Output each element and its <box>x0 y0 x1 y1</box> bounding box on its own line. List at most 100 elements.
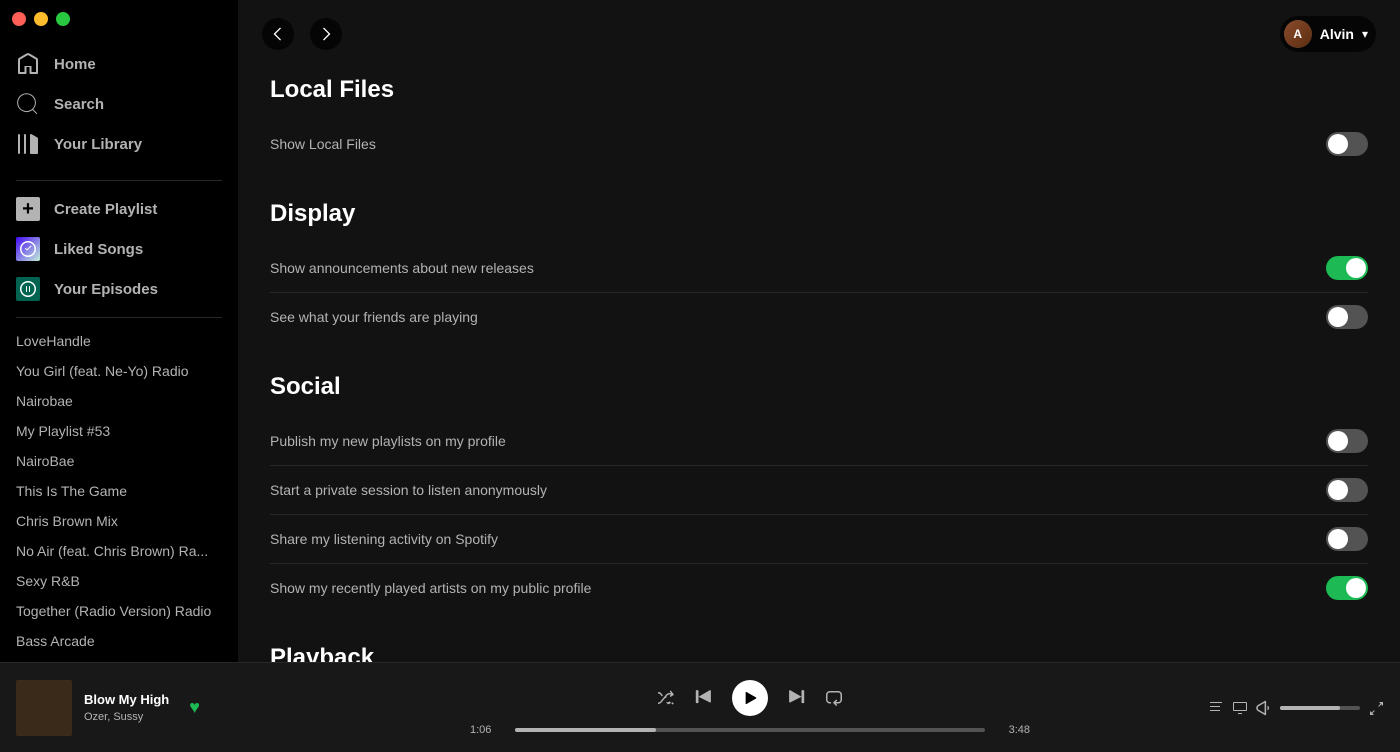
sidebar-item-library[interactable]: Your Library <box>0 124 238 164</box>
settings-row: Show announcements about new releases <box>270 244 1368 293</box>
settings-section-display: Display Show announcements about new rel… <box>270 192 1368 341</box>
sidebar-item-search-label: Search <box>54 96 104 113</box>
play-pause-button[interactable] <box>732 680 768 716</box>
player-bar: Blow My High Ozer, Sussy ♥ <box>0 662 1400 752</box>
section-title-display: Display <box>270 192 1368 228</box>
back-button[interactable] <box>262 18 294 50</box>
settings-row: Publish my new playlists on my profile <box>270 417 1368 466</box>
player-controls-center: 1:06 3:48 <box>316 680 1184 736</box>
search-icon <box>16 92 40 116</box>
toggle-show-friends[interactable] <box>1326 305 1368 329</box>
nav-section: Home Search Your Library <box>0 36 238 172</box>
your-episodes-button[interactable]: Your Episodes <box>0 269 238 309</box>
sidebar: Home Search Your Library <box>0 0 238 662</box>
liked-songs-label: Liked Songs <box>54 241 143 258</box>
previous-button[interactable] <box>694 689 712 707</box>
time-current: 1:06 <box>470 724 505 736</box>
list-item[interactable]: Bass Arcade <box>0 626 238 656</box>
create-playlist-button[interactable]: + Create Playlist <box>0 189 238 229</box>
toggle-private-session[interactable] <box>1326 478 1368 502</box>
toggle-knob <box>1328 480 1348 500</box>
toggle-share-activity[interactable] <box>1326 527 1368 551</box>
list-item[interactable]: Sexy R&B <box>0 566 238 596</box>
liked-songs-button[interactable]: Liked Songs <box>0 229 238 269</box>
toggle-knob <box>1328 134 1348 154</box>
settings-row: Start a private session to listen anonym… <box>270 466 1368 515</box>
toggle-knob <box>1328 307 1348 327</box>
like-button[interactable]: ♥ <box>189 697 200 718</box>
main-content: A Alvin ▾ Local Files Show Local Files <box>238 0 1400 662</box>
sidebar-item-home[interactable]: Home <box>0 44 238 84</box>
sidebar-item-library-label: Your Library <box>54 136 142 153</box>
volume-icon[interactable] <box>1256 700 1272 716</box>
list-item[interactable]: NairoBae <box>0 446 238 476</box>
maximize-button[interactable] <box>56 12 70 26</box>
progress-track[interactable] <box>515 728 985 732</box>
user-name: Alvin <box>1320 26 1354 42</box>
toggle-knob <box>1328 529 1348 549</box>
track-thumbnail <box>16 680 72 736</box>
volume-slider[interactable] <box>1280 706 1360 710</box>
now-playing: Blow My High Ozer, Sussy ♥ <box>16 680 316 736</box>
close-button[interactable] <box>12 12 26 26</box>
section-title-playback: Playback <box>270 636 1368 662</box>
settings-row: Show Local Files <box>270 120 1368 168</box>
track-artist: Ozer, Sussy <box>84 711 169 723</box>
toggle-publish-playlists[interactable] <box>1326 429 1368 453</box>
progress-fill <box>515 728 656 732</box>
settings-row-label: Show Local Files <box>270 136 376 152</box>
list-item[interactable]: This Is The Game <box>0 476 238 506</box>
progress-bar: 1:06 3:48 <box>470 724 1030 736</box>
toggle-knob <box>1346 258 1366 278</box>
player-right-controls <box>1184 700 1384 716</box>
avatar: A <box>1284 20 1312 48</box>
minimize-button[interactable] <box>34 12 48 26</box>
settings-row-label: Publish my new playlists on my profile <box>270 433 506 449</box>
toggle-show-local-files[interactable] <box>1326 132 1368 156</box>
time-total: 3:48 <box>995 724 1030 736</box>
list-item[interactable]: You Girl (feat. Ne-Yo) Radio <box>0 356 238 386</box>
list-item[interactable]: No Air (feat. Chris Brown) Ra... <box>0 536 238 566</box>
track-info: Blow My High Ozer, Sussy <box>84 692 169 723</box>
sidebar-divider <box>16 180 222 181</box>
fullscreen-button[interactable] <box>1368 700 1384 716</box>
toggle-show-announcements[interactable] <box>1326 256 1368 280</box>
nav-arrows <box>262 18 342 50</box>
list-item[interactable]: Together (Radio Version) Radio <box>0 596 238 626</box>
settings-row: See what your friends are playing <box>270 293 1368 341</box>
settings-row-label: Start a private session to listen anonym… <box>270 482 547 498</box>
settings-section-playback: Playback Crossfade songs Automix - Allow… <box>270 636 1368 662</box>
sidebar-item-home-label: Home <box>54 56 96 73</box>
queue-icon[interactable] <box>1208 700 1224 716</box>
settings-row: Show my recently played artists on my pu… <box>270 564 1368 612</box>
sidebar-divider-2 <box>16 317 222 318</box>
next-button[interactable] <box>788 689 806 707</box>
shuffle-button[interactable] <box>658 690 674 706</box>
settings-row-label: See what your friends are playing <box>270 309 478 325</box>
list-item[interactable]: LoveHandle <box>0 326 238 356</box>
playlist-list: LoveHandle You Girl (feat. Ne-Yo) Radio … <box>0 326 238 662</box>
settings-row-label: Show my recently played artists on my pu… <box>270 580 591 596</box>
list-item[interactable]: Chris Brown Mix <box>0 506 238 536</box>
devices-button[interactable] <box>1232 700 1248 716</box>
forward-button[interactable] <box>310 18 342 50</box>
user-menu[interactable]: A Alvin ▾ <box>1280 16 1376 52</box>
library-icon <box>16 132 40 156</box>
repeat-button[interactable] <box>826 690 842 706</box>
section-title-social: Social <box>270 365 1368 401</box>
chevron-down-icon: ▾ <box>1362 27 1368 41</box>
volume-fill <box>1280 706 1340 710</box>
list-item[interactable]: My Playlist #53 <box>0 416 238 446</box>
toggle-knob <box>1346 578 1366 598</box>
settings-row-label: Share my listening activity on Spotify <box>270 531 498 547</box>
settings-section-social: Social Publish my new playlists on my pr… <box>270 365 1368 612</box>
create-playlist-label: Create Playlist <box>54 201 157 218</box>
track-title: Blow My High <box>84 692 169 707</box>
toggle-knob <box>1328 431 1348 451</box>
liked-songs-icon <box>16 237 40 261</box>
episodes-icon <box>16 277 40 301</box>
sidebar-item-search[interactable]: Search <box>0 84 238 124</box>
toggle-show-recent-artists[interactable] <box>1326 576 1368 600</box>
list-item[interactable]: Nairobae <box>0 386 238 416</box>
settings-row-label: Show announcements about new releases <box>270 260 534 276</box>
